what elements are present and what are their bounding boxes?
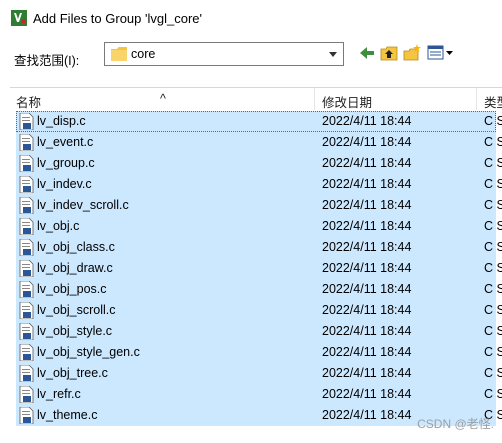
file-type: C S [484, 282, 502, 296]
c-file-icon [19, 197, 34, 214]
file-row[interactable]: lv_obj_scroll.c 2022/4/11 18:44 C S [16, 300, 502, 321]
look-in-label: 查找范围(I): [14, 54, 80, 68]
file-type: C S [484, 303, 502, 317]
c-file-icon [19, 134, 34, 151]
file-type: C S [484, 261, 502, 275]
file-name: lv_obj_tree.c [37, 366, 108, 380]
back-button[interactable] [356, 42, 378, 64]
c-file-icon [19, 302, 34, 319]
new-folder-button[interactable] [401, 42, 423, 64]
file-row[interactable]: lv_refr.c 2022/4/11 18:44 C S [16, 384, 502, 405]
file-row[interactable]: lv_obj_class.c 2022/4/11 18:44 C S [16, 237, 502, 258]
c-file-icon [19, 386, 34, 403]
file-modified: 2022/4/11 18:44 [322, 198, 412, 212]
back-icon [360, 47, 374, 59]
file-name: lv_indev_scroll.c [37, 198, 129, 212]
file-type: C S [484, 240, 502, 254]
file-type: C S [484, 198, 502, 212]
chevron-down-icon[interactable] [325, 45, 341, 63]
file-type: C S [484, 345, 502, 359]
file-modified: 2022/4/11 18:44 [322, 240, 412, 254]
file-name: lv_group.c [37, 156, 95, 170]
file-row[interactable]: lv_group.c 2022/4/11 18:44 C S [16, 153, 502, 174]
file-name: lv_indev.c [37, 177, 92, 191]
view-menu-button[interactable] [425, 42, 455, 64]
file-row[interactable]: lv_obj_tree.c 2022/4/11 18:44 C S [16, 363, 502, 384]
column-name[interactable]: 名称 [16, 92, 41, 111]
file-type: C S [484, 156, 502, 170]
file-modified: 2022/4/11 18:44 [322, 324, 412, 338]
folder-icon [111, 47, 127, 61]
file-type: C S [484, 135, 502, 149]
file-modified: 2022/4/11 18:44 [322, 282, 412, 296]
sort-ascending-icon: ^ [160, 92, 166, 106]
file-modified: 2022/4/11 18:44 [322, 408, 412, 422]
title-bar[interactable]: Add Files to Group 'lvgl_core' [0, 0, 502, 36]
file-modified: 2022/4/11 18:44 [322, 156, 412, 170]
file-row[interactable]: lv_event.c 2022/4/11 18:44 C S [16, 132, 502, 153]
file-name: lv_obj_class.c [37, 240, 115, 254]
c-file-icon [19, 218, 34, 235]
c-file-icon [19, 176, 34, 193]
c-file-icon [19, 260, 34, 277]
file-name: lv_obj.c [37, 219, 80, 233]
file-name: lv_obj_style.c [37, 324, 113, 338]
file-row[interactable]: lv_obj_pos.c 2022/4/11 18:44 C S [16, 279, 502, 300]
file-name: lv_obj_pos.c [37, 282, 107, 296]
watermark: CSDN @老怪. [417, 417, 494, 431]
file-type: C S [484, 219, 502, 233]
file-modified: 2022/4/11 18:44 [322, 366, 412, 380]
keil-app-icon [11, 10, 27, 26]
file-modified: 2022/4/11 18:44 [322, 261, 412, 275]
column-header: ^ 名称 修改日期 类型 [10, 88, 502, 110]
file-name: lv_disp.c [37, 114, 86, 128]
window-title: Add Files to Group 'lvgl_core' [33, 11, 202, 26]
file-name: lv_obj_draw.c [37, 261, 113, 275]
column-modified[interactable]: 修改日期 [322, 92, 372, 111]
file-row[interactable]: lv_obj.c 2022/4/11 18:44 C S [16, 216, 502, 237]
look-in-combobox[interactable]: core [104, 42, 344, 66]
file-modified: 2022/4/11 18:44 [322, 177, 412, 191]
c-file-icon [19, 239, 34, 256]
c-file-icon [19, 323, 34, 340]
c-file-icon [19, 281, 34, 298]
file-modified: 2022/4/11 18:44 [322, 387, 412, 401]
file-row[interactable]: lv_disp.c 2022/4/11 18:44 C S [16, 111, 502, 132]
look-in-value: core [131, 47, 156, 61]
file-list[interactable]: ^ 名称 修改日期 类型 lv_disp.c 2022/4/11 18:44 C S… [10, 87, 502, 443]
file-row[interactable]: lv_indev_scroll.c 2022/4/11 18:44 C S [16, 195, 502, 216]
file-type: C S [484, 177, 502, 191]
file-name: lv_refr.c [37, 387, 81, 401]
file-name: lv_theme.c [37, 408, 98, 422]
file-row[interactable]: lv_obj_style.c 2022/4/11 18:44 C S [16, 321, 502, 342]
c-file-icon [19, 407, 34, 424]
file-name: lv_obj_scroll.c [37, 303, 116, 317]
file-row[interactable]: lv_obj_style_gen.c 2022/4/11 18:44 C S [16, 342, 502, 363]
file-name: lv_obj_style_gen.c [37, 345, 140, 359]
file-modified: 2022/4/11 18:44 [322, 114, 412, 128]
file-type: C S [484, 114, 502, 128]
file-modified: 2022/4/11 18:44 [322, 303, 412, 317]
file-type: C S [484, 324, 502, 338]
column-type[interactable]: 类型 [484, 92, 502, 111]
file-name: lv_event.c [37, 135, 94, 149]
file-row[interactable]: lv_obj_draw.c 2022/4/11 18:44 C S [16, 258, 502, 279]
c-file-icon [19, 113, 34, 130]
up-folder-button[interactable] [378, 42, 400, 64]
c-file-icon [19, 155, 34, 172]
file-type: C S [484, 387, 502, 401]
c-file-icon [19, 365, 34, 382]
c-file-icon [19, 344, 34, 361]
up-folder-icon [380, 46, 398, 61]
file-modified: 2022/4/11 18:44 [322, 135, 412, 149]
file-modified: 2022/4/11 18:44 [322, 345, 412, 359]
file-modified: 2022/4/11 18:44 [322, 219, 412, 233]
file-row[interactable]: lv_indev.c 2022/4/11 18:44 C S [16, 174, 502, 195]
view-menu-icon [427, 45, 453, 60]
file-type: C S [484, 366, 502, 380]
new-folder-icon [403, 44, 421, 61]
